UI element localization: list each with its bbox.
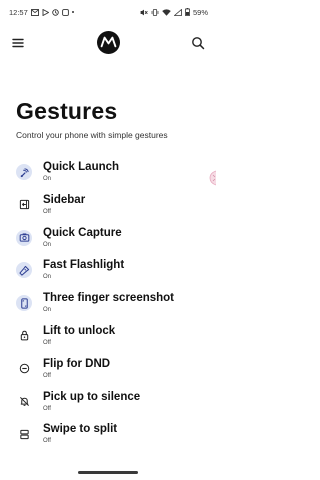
gesture-status: On xyxy=(43,241,52,248)
gesture-item-quick-capture[interactable]: Quick Capture On xyxy=(0,224,216,257)
mute-icon xyxy=(140,9,148,15)
screenshot-icon xyxy=(16,295,32,312)
gesture-item-lift-to-unlock[interactable]: Lift to unlock Off xyxy=(0,322,216,355)
gesture-status: Off xyxy=(43,438,51,445)
gesture-label: Flip for DND xyxy=(43,357,111,370)
gesture-status: Off xyxy=(43,405,51,412)
gesture-status: Off xyxy=(43,208,51,215)
gesture-label: Lift to unlock xyxy=(43,324,116,337)
gesture-item-sidebar[interactable]: Sidebar Off xyxy=(0,191,216,224)
gesture-item-fast-flashlight[interactable]: Fast Flashlight On xyxy=(0,256,216,289)
gesture-status: On xyxy=(43,274,52,281)
sync-notification-icon xyxy=(52,8,59,16)
gesture-item-pick-up-to-silence[interactable]: Pick up to silence Off xyxy=(0,388,216,421)
dnd-icon xyxy=(16,361,32,377)
gesture-label: Fast Flashlight xyxy=(43,259,125,272)
app-bar xyxy=(0,26,216,60)
gesture-status: Off xyxy=(43,339,51,346)
motorola-logo xyxy=(97,31,120,54)
status-left: 12:57 xyxy=(9,7,75,17)
camera-icon xyxy=(16,229,32,246)
wifi-icon xyxy=(162,8,171,16)
menu-button[interactable] xyxy=(10,35,26,51)
search-button[interactable] xyxy=(190,35,206,51)
vibrate-icon xyxy=(151,8,159,16)
chat-notification-icon xyxy=(61,8,69,16)
status-right: 59% xyxy=(140,8,208,17)
play-notification-icon xyxy=(42,8,49,16)
bell-off-icon xyxy=(16,394,32,410)
battery-percent: 59% xyxy=(192,7,208,17)
gesture-label: Quick Launch xyxy=(43,161,120,173)
split-screen-icon xyxy=(16,426,32,442)
status-time: 12:57 xyxy=(9,7,28,17)
quick-launch-icon xyxy=(16,164,32,180)
gesture-status: On xyxy=(43,176,52,182)
gesture-item-swipe-to-split[interactable]: Swipe to split Off xyxy=(0,420,216,453)
page-subtitle: Control your phone with simple gestures xyxy=(16,130,168,140)
gesture-label: Swipe to split xyxy=(43,423,118,436)
gesture-item-three-finger-screenshot[interactable]: Three finger screenshot On xyxy=(0,289,216,322)
status-bar: 12:57 59% xyxy=(0,0,216,24)
mail-notification-icon xyxy=(30,8,39,16)
gesture-list: Quick Launch On Sidebar Off Quick Captur… xyxy=(0,158,216,453)
gesture-label: Three finger screenshot xyxy=(43,292,175,305)
hamburger-menu-icon xyxy=(12,38,24,48)
gesture-status: On xyxy=(43,307,52,314)
gesture-label: Pick up to silence xyxy=(43,390,141,403)
gesture-item-flip-for-dnd[interactable]: Flip for DND Off xyxy=(0,355,216,388)
gesture-status: Off xyxy=(43,372,51,379)
gesture-label: Sidebar xyxy=(43,193,86,206)
battery-icon xyxy=(185,8,190,16)
page-title: Gestures xyxy=(16,98,118,124)
flashlight-icon xyxy=(16,262,32,279)
gesture-nav-handle[interactable] xyxy=(78,471,138,474)
gesture-label: Quick Capture xyxy=(43,226,122,239)
search-icon xyxy=(192,37,205,50)
lock-icon xyxy=(16,328,32,344)
gesture-item-quick-launch[interactable]: Quick Launch On xyxy=(0,158,216,191)
more-notifications-dot xyxy=(71,10,75,14)
signal-icon xyxy=(173,8,182,16)
sidebar-icon xyxy=(16,197,32,213)
